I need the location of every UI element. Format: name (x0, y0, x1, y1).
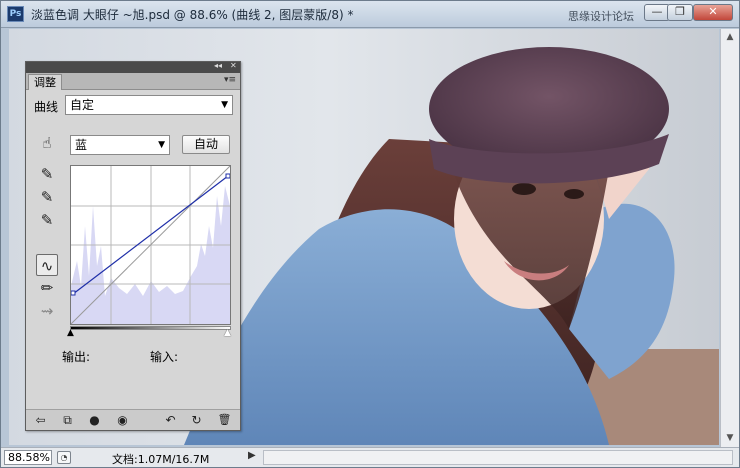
close-button[interactable]: ✕ (693, 4, 733, 21)
close-panel-icon[interactable]: ✕ (230, 61, 237, 70)
title-bar[interactable]: Ps 淡蓝色调 大眼仔 ~旭.psd @ 88.6% (曲线 2, 图层蒙版/8… (1, 1, 739, 28)
input-label: 输入: (150, 350, 179, 364)
scroll-up-icon[interactable]: ▲ (724, 31, 736, 43)
panel-bottom-toolbar: ⇦ ⧉ ● ◉ ↶ ↻ 🗑 (26, 409, 240, 430)
black-slider-icon[interactable]: ▲ (67, 328, 74, 338)
delete-trash-icon[interactable]: 🗑 (216, 412, 233, 428)
watermark-text: 思缘设计论坛 (568, 10, 634, 23)
channel-dropdown[interactable]: 蓝 ▼ (70, 135, 170, 155)
curves-graph[interactable] (70, 165, 231, 325)
restore-button[interactable]: ❐ (667, 4, 693, 21)
visibility-eye-icon[interactable]: ◉ (114, 412, 131, 428)
on-image-adjust-hand-icon[interactable]: ☝ (36, 132, 58, 154)
panel-tabstrip: 调整 ▾≡ (26, 73, 240, 90)
curve-point-white[interactable] (225, 173, 231, 179)
channel-value: 蓝 (75, 138, 88, 152)
panel-header[interactable]: ◂◂ ✕ (26, 61, 240, 73)
white-slider-icon[interactable]: ▲ (224, 328, 231, 338)
reset-icon[interactable]: ↻ (188, 412, 205, 428)
gray-point-eyedropper-icon[interactable]: ✎ (36, 186, 58, 208)
photoshop-logo-icon: Ps (7, 6, 24, 22)
output-label: 输出: (62, 350, 91, 364)
expand-view-icon[interactable]: ⧉ (59, 412, 76, 428)
auto-button[interactable]: 自动 (182, 135, 230, 154)
input-gradient-bar (70, 326, 231, 330)
adjustments-panel: ◂◂ ✕ 调整 ▾≡ 曲线 自定 ▼ ☝ 蓝 ▼ 自动 ✎ ✎ ✎ ∿ ✏ ⇝ (25, 61, 241, 431)
status-info-icon[interactable]: ◔ (57, 451, 71, 464)
document-title: 淡蓝色调 大眼仔 ~旭.psd @ 88.6% (曲线 2, 图层蒙版/8) * (31, 8, 354, 22)
photoshop-window: Ps 淡蓝色调 大眼仔 ~旭.psd @ 88.6% (曲线 2, 图层蒙版/8… (0, 0, 740, 468)
pencil-draw-icon[interactable]: ✏ (36, 277, 58, 299)
curves-label: 曲线 (34, 100, 59, 114)
zoom-level-field[interactable]: 88.58% (4, 450, 52, 465)
status-bar: 88.58% ◔ 文档:1.07M/16.7M ▶ (1, 447, 739, 467)
preset-value: 自定 (70, 98, 95, 112)
chevron-down-icon: ▼ (221, 100, 228, 110)
black-point-eyedropper-icon[interactable]: ✎ (36, 163, 58, 185)
return-to-list-icon[interactable]: ⇦ (32, 412, 49, 428)
clip-to-layer-icon[interactable]: ● (86, 412, 103, 428)
preset-dropdown[interactable]: 自定 ▼ (65, 95, 233, 115)
curve-point-tool-icon[interactable]: ∿ (36, 254, 58, 276)
chevron-down-icon: ▼ (158, 140, 165, 150)
curve-point-black[interactable] (70, 290, 76, 296)
curves-svg (70, 165, 231, 325)
collapse-panel-icon[interactable]: ◂◂ (214, 61, 222, 70)
horizontal-scrollbar[interactable] (263, 450, 733, 465)
smooth-curve-icon[interactable]: ⇝ (36, 300, 58, 322)
panel-menu-icon[interactable]: ▾≡ (224, 75, 236, 85)
scroll-down-icon[interactable]: ▼ (724, 432, 736, 444)
tab-adjustments[interactable]: 调整 (28, 74, 62, 90)
white-point-eyedropper-icon[interactable]: ✎ (36, 209, 58, 231)
previous-state-icon[interactable]: ↶ (162, 412, 179, 428)
vertical-scrollbar[interactable]: ▲ ▼ (720, 29, 739, 447)
document-size-info: 文档:1.07M/16.7M (112, 453, 210, 466)
status-menu-arrow-icon[interactable]: ▶ (248, 450, 256, 461)
